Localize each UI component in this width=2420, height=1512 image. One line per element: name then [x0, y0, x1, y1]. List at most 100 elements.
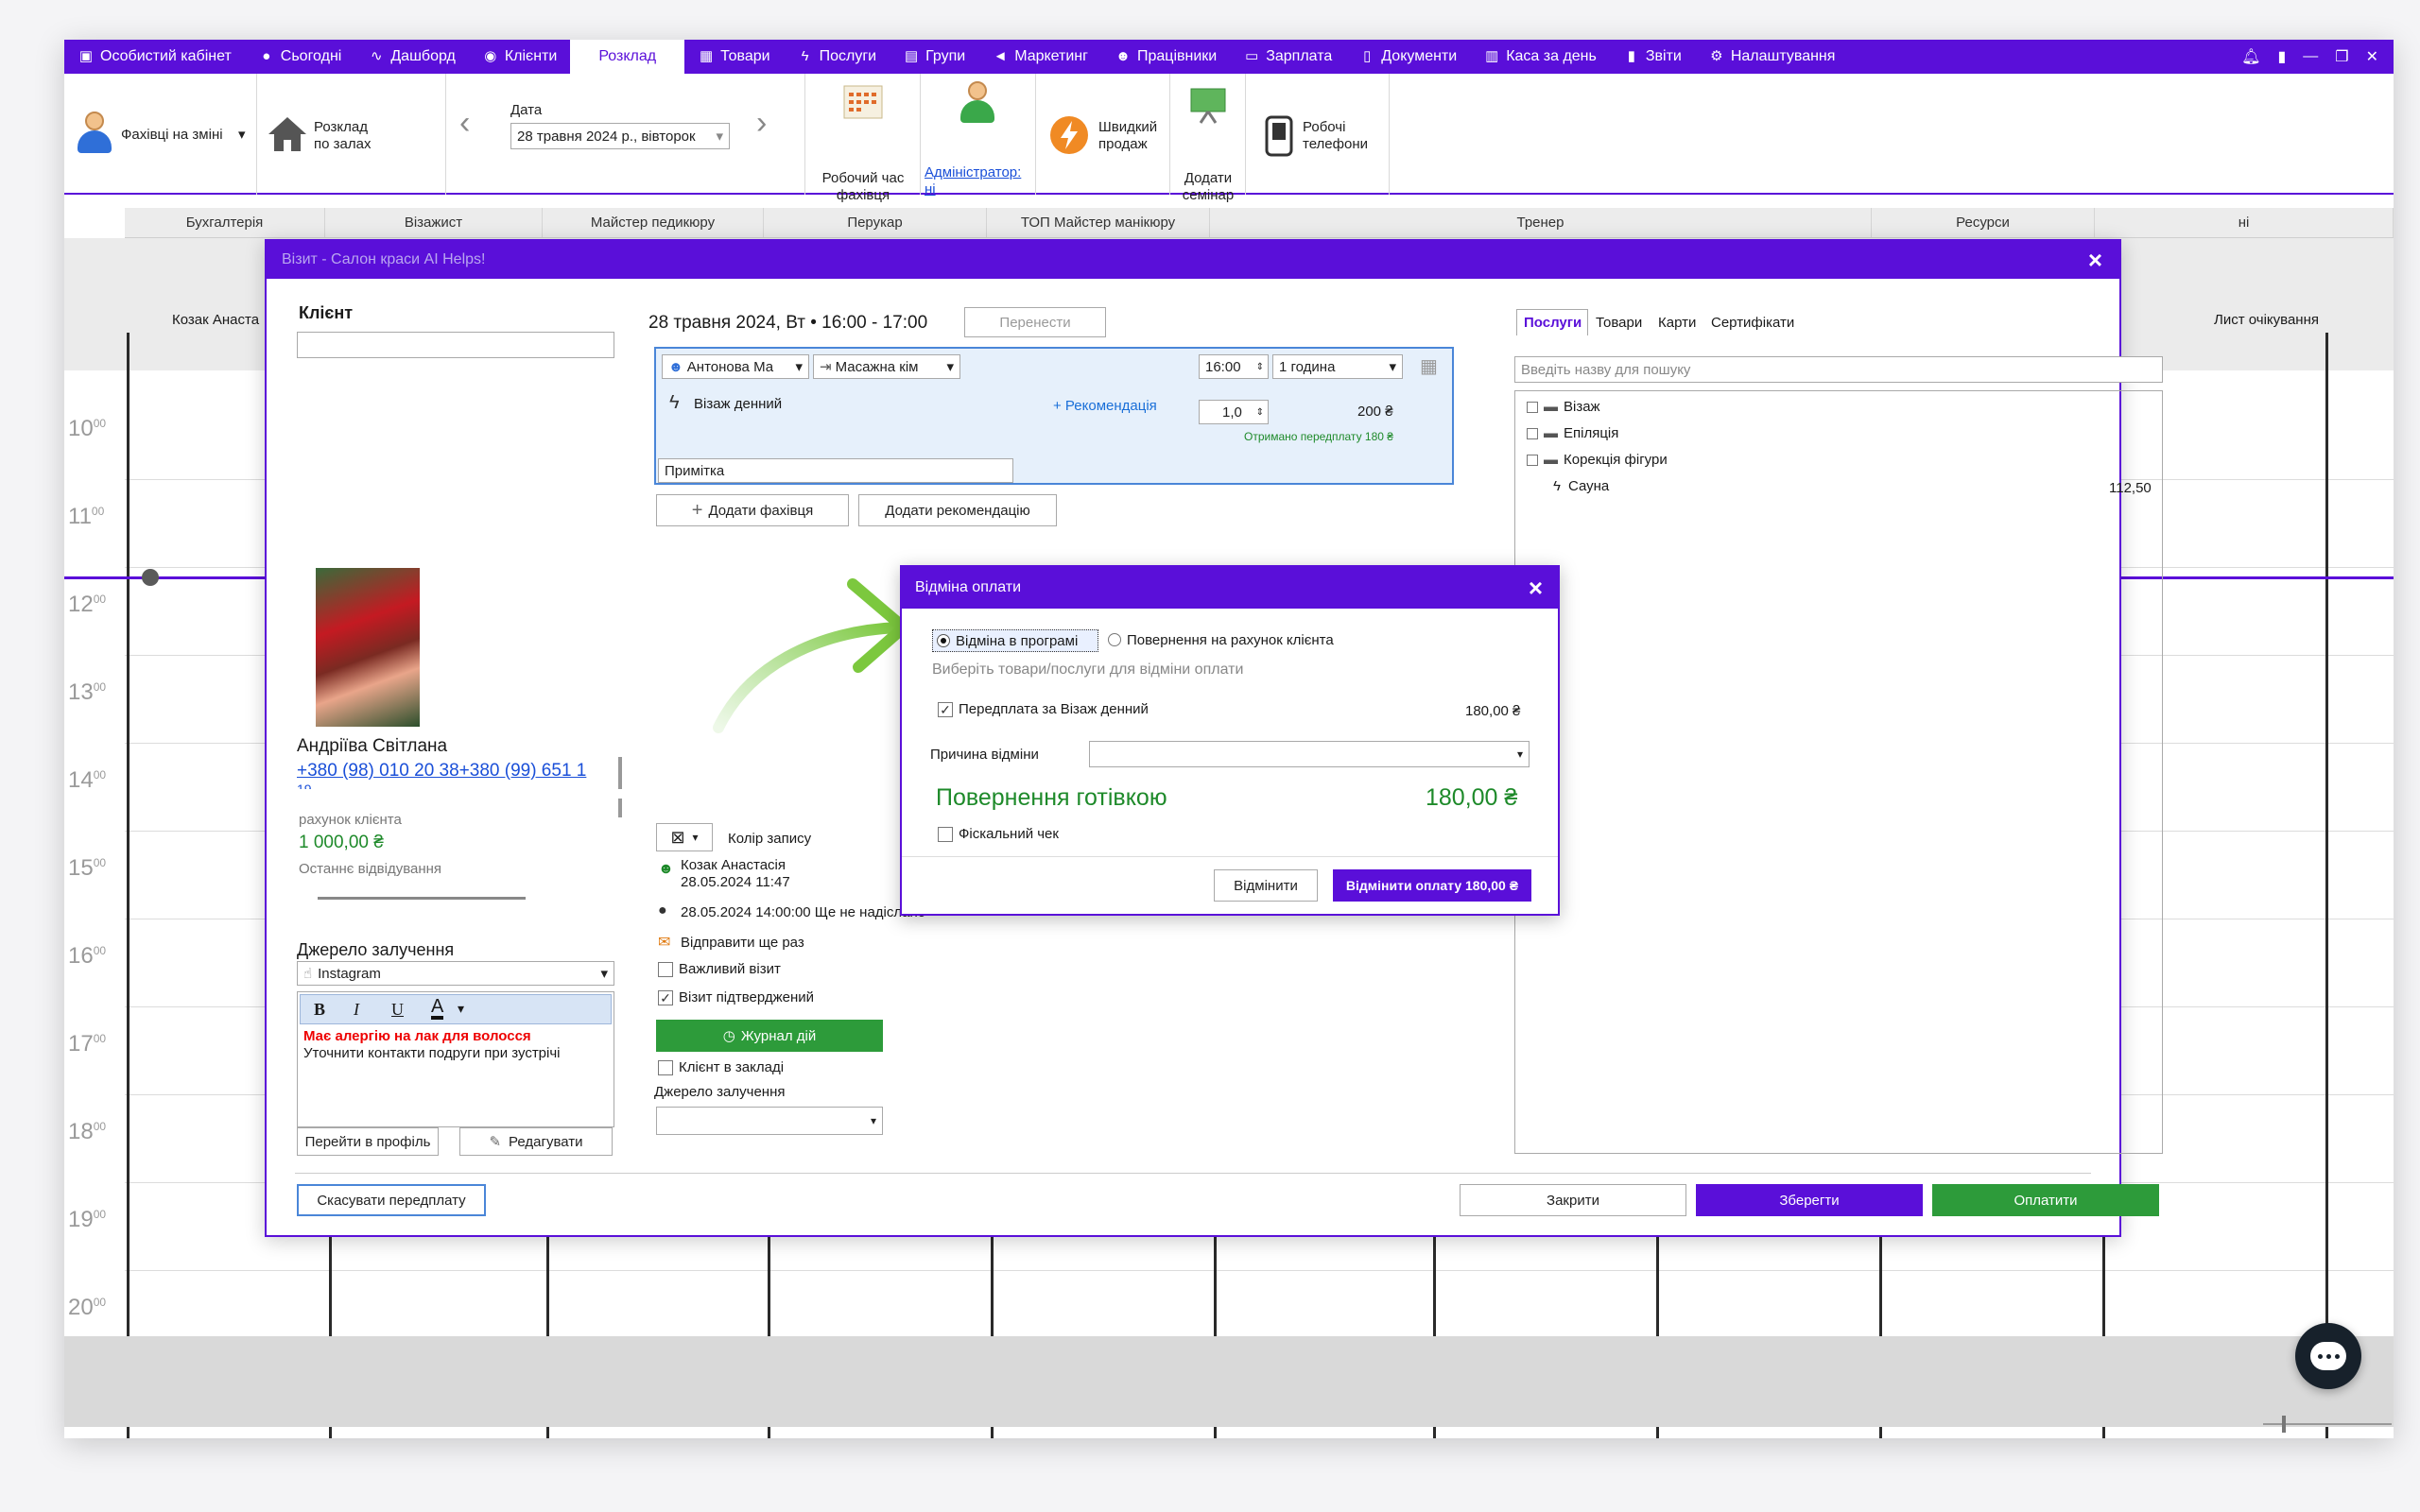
next-date-icon[interactable]: ›	[756, 107, 767, 139]
restore-icon[interactable]: ❐	[2335, 47, 2348, 66]
date-field[interactable]: 28 травня 2024 р., вівторок ▾	[510, 123, 730, 149]
nav-marketing[interactable]: ◄ Маркетинг	[978, 40, 1101, 74]
hour-label: 1100	[68, 504, 105, 529]
cancel-hint: Виберіть товари/послуги для відміни опла…	[932, 662, 1244, 678]
option-cancel-in-program[interactable]: Відміна в програмі	[932, 629, 1098, 652]
master-select[interactable]: ☻ Антонова Ма ▾	[662, 354, 809, 379]
administrator-toggle[interactable]: Адміністратор: ні	[921, 74, 1036, 198]
bell-icon[interactable]: 🔔︎	[2241, 47, 2260, 66]
staff-on-shift-button[interactable]: Фахівці на зміні ▾	[64, 74, 257, 195]
visit-source-select[interactable]: ▾	[656, 1107, 883, 1135]
send-again-link[interactable]: Відправити ще раз	[681, 935, 804, 951]
nav-documents[interactable]: ▯ Документи	[1345, 40, 1470, 74]
close-icon[interactable]: ×	[2088, 248, 2102, 272]
option-refund-to-account[interactable]: Повернення на рахунок клієнта	[1104, 629, 1369, 652]
service-search-input[interactable]: Введіть назву для пошуку	[1514, 356, 2163, 383]
tree-item-folder[interactable]: ▬ Корекція фігури	[1527, 452, 1668, 468]
bold-icon[interactable]: B	[314, 1000, 325, 1020]
nav-cashbox[interactable]: ▥ Каса за день	[1470, 40, 1610, 74]
tree-item-folder[interactable]: ▬ Візаж	[1527, 399, 1600, 415]
nav-services[interactable]: ϟ Послуги	[784, 40, 890, 74]
work-time-button[interactable]: Робочий час фахівця	[805, 74, 921, 203]
tab-services-label[interactable]: Послуги	[1524, 315, 1582, 331]
prev-date-icon[interactable]: ‹	[459, 107, 470, 139]
created-by: Козак Анастасія	[681, 857, 786, 873]
nav-employees[interactable]: ☻ Працівники	[1101, 40, 1230, 74]
record-color-picker[interactable]: ⊠ ▾	[656, 823, 713, 851]
column-header: Майстер педикюру	[543, 208, 764, 237]
client-note-editor[interactable]: B I U A ▾ Має алергію на лак для волосся…	[297, 991, 614, 1127]
color-swatch-icon: ⊠	[670, 827, 685, 847]
add-seminar-button[interactable]: Додати семінар	[1170, 74, 1246, 203]
fiscal-receipt-checkbox[interactable]: Фіскальний чек	[938, 826, 1059, 843]
dialog-footer-divider	[902, 856, 1558, 857]
tab-goods[interactable]: Товари	[1596, 315, 1642, 331]
cancel-reason-select[interactable]: ▾	[1089, 741, 1530, 767]
closed-hours-band	[64, 1336, 2394, 1427]
text-color-icon[interactable]: A	[431, 997, 444, 1020]
client-info-scrollbar[interactable]	[618, 757, 622, 817]
nav-salary[interactable]: ▭ Зарплата	[1230, 40, 1345, 74]
nav-groups[interactable]: ▤ Групи	[890, 40, 978, 74]
client-in-salon-checkbox[interactable]: Клієнт в закладі	[658, 1059, 784, 1076]
pay-button[interactable]: Оплатити	[1932, 1184, 2159, 1216]
note-formatting-toolbar: B I U A ▾	[300, 994, 612, 1024]
duration-select[interactable]: 1 година ▾	[1272, 354, 1403, 379]
italic-icon[interactable]: I	[354, 1000, 359, 1020]
chevron-down-icon[interactable]: ▾	[458, 1001, 464, 1017]
room-select[interactable]: ⇥ Масажна кім ▾	[813, 354, 960, 379]
action-log-button[interactable]: ◷ Журнал дій	[656, 1020, 883, 1052]
client-search-input[interactable]	[297, 332, 614, 358]
cancel-prepayment-button[interactable]: Скасувати передплату	[297, 1184, 486, 1216]
prepay-item-checkbox[interactable]: ✓ Передплата за Візаж денний	[938, 701, 1149, 718]
stepper-arrows-icon: ⇕	[1255, 361, 1264, 372]
tab-certificates[interactable]: Сертифікати	[1711, 315, 1794, 331]
tree-item-folder[interactable]: ▬ Епіляція	[1527, 425, 1618, 441]
close-button[interactable]: Закрити	[1460, 1184, 1686, 1216]
waiting-list-label[interactable]: Лист очікування	[2214, 312, 2319, 328]
important-visit-checkbox[interactable]: Важливий візит	[658, 961, 781, 978]
visit-confirmed-checkbox[interactable]: ✓ Візит підтверджений	[658, 989, 814, 1006]
nav-clients[interactable]: ◉ Клієнти	[469, 40, 570, 74]
service-note-input[interactable]: Примітка	[658, 458, 1013, 483]
schedule-by-rooms-button[interactable]: Розклад по залах	[257, 74, 446, 195]
add-specialist-button[interactable]: + Додати фахівця	[656, 494, 849, 526]
hour-label: 1000	[68, 416, 107, 441]
edit-button[interactable]: ✎ Редагувати	[459, 1127, 613, 1156]
source-select[interactable]: ☝︎ Instagram ▾	[297, 961, 614, 986]
lock-icon[interactable]: ▮	[2277, 47, 2286, 66]
close-window-icon[interactable]: ✕	[2366, 47, 2378, 66]
tree-item-price: 112,50	[2109, 480, 2152, 496]
move-visit-button[interactable]: Перенести	[964, 307, 1106, 337]
quantity-stepper[interactable]: 1,0 ⇕	[1199, 400, 1269, 424]
minimize-icon[interactable]: —	[2303, 48, 2318, 65]
add-recommendation-link[interactable]: + Рекомендація	[1053, 398, 1157, 414]
confirm-cancel-payment-button[interactable]: Відмінити оплату 180,00 ₴	[1333, 869, 1531, 902]
tree-item-service[interactable]: ϟ Сауна	[1553, 478, 1609, 494]
add-recommendation-button[interactable]: Додати рекомендацію	[858, 494, 1057, 526]
client-phone-link-2[interactable]: 19	[297, 782, 312, 789]
nav-schedule[interactable]: Розклад	[570, 40, 685, 74]
quick-sale-button[interactable]: Швидкий продаж	[1036, 74, 1170, 195]
client-phone-link[interactable]: +380 (98) 010 20 38+380 (99) 651 1	[297, 761, 609, 782]
nav-settings[interactable]: ⚙ Налаштування	[1695, 40, 1849, 74]
time-from-stepper[interactable]: 16:00 ⇕	[1199, 354, 1269, 379]
work-phones-button[interactable]: Робочі телефони	[1246, 74, 1390, 195]
nav-cabinet[interactable]: ▣ Особистий кабінет	[64, 40, 245, 74]
nav-dashboard[interactable]: ∿ Дашборд	[354, 40, 469, 74]
go-to-profile-button[interactable]: Перейти в профіль	[297, 1127, 439, 1156]
nav-today[interactable]: ● Сьогодні	[245, 40, 355, 74]
close-icon[interactable]: ×	[1529, 576, 1543, 600]
cancel-button[interactable]: Відмінити	[1214, 869, 1318, 902]
save-button[interactable]: Зберегти	[1696, 1184, 1923, 1216]
horizontal-scrollbar[interactable]	[318, 897, 526, 900]
calendar-icon[interactable]: ▦	[1420, 354, 1438, 378]
chat-widget-button[interactable]	[2295, 1323, 2361, 1389]
nav-goods[interactable]: ▦ Товари	[684, 40, 783, 74]
zoom-slider-handle[interactable]	[2282, 1416, 2286, 1433]
nav-reports[interactable]: ▮ Звіти	[1610, 40, 1695, 74]
footer-divider	[295, 1173, 2091, 1174]
divider	[267, 789, 626, 799]
underline-icon[interactable]: U	[391, 1000, 404, 1020]
tab-cards[interactable]: Карти	[1658, 315, 1696, 331]
